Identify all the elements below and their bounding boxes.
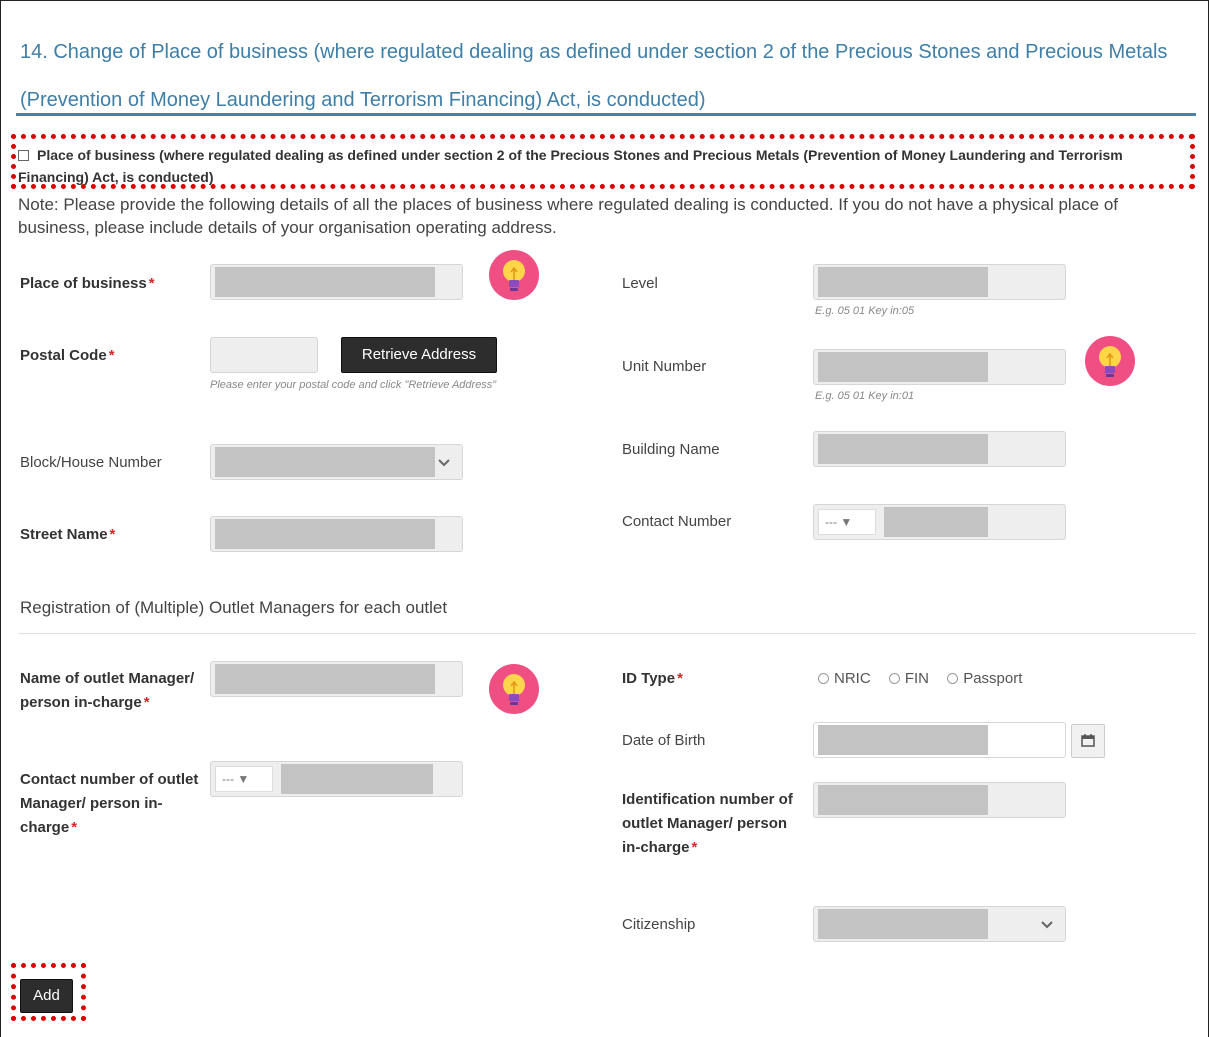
outlet-manager-name-input[interactable] <box>210 661 463 697</box>
country-code-select[interactable]: --- ▼ <box>215 766 273 792</box>
postal-code-hint: Please enter your postal code and click … <box>210 379 497 391</box>
street-name-label: Street Name * <box>20 526 116 543</box>
chevron-down-icon <box>1041 921 1053 929</box>
id-type-label: ID Type * <box>622 670 683 687</box>
note-text: Note: Please provide the following detai… <box>18 195 1119 237</box>
block-house-number-select[interactable] <box>210 444 463 480</box>
place-of-business-label: Place of business * <box>20 275 155 292</box>
level-label: Level <box>622 275 658 292</box>
contact-number-label: Contact Number <box>622 513 732 530</box>
radio-passport[interactable]: Passport <box>947 670 1022 687</box>
identification-number-label: Identification number of outlet Manager/… <box>622 791 793 856</box>
outlet-managers-heading: Registration of (Multiple) Outlet Manage… <box>20 598 448 617</box>
section-divider <box>18 633 1196 634</box>
postal-code-input[interactable] <box>210 337 318 373</box>
radio-fin[interactable]: FIN <box>888 670 929 687</box>
identification-number-input[interactable] <box>813 782 1066 818</box>
place-of-business-checkbox-row[interactable]: Place of business (where regulated deali… <box>18 144 1193 188</box>
date-of-birth-label: Date of Birth <box>622 732 706 749</box>
radio-nric[interactable]: NRIC <box>818 670 871 687</box>
building-name-input[interactable] <box>813 431 1066 467</box>
place-of-business-checkbox[interactable] <box>18 150 29 161</box>
outlet-manager-name-label: Name of outlet Manager/ person in-charge… <box>20 670 195 711</box>
id-type-radio-group: NRIC FIN Passport <box>818 670 1036 687</box>
lightbulb-icon[interactable] <box>489 250 539 300</box>
lightbulb-icon[interactable] <box>1085 336 1135 386</box>
street-name-input[interactable] <box>210 516 463 552</box>
checkbox-label: Place of business (where regulated deali… <box>18 147 1123 185</box>
calendar-button[interactable] <box>1071 724 1105 758</box>
unit-number-label: Unit Number <box>622 358 707 375</box>
calendar-icon <box>1081 734 1095 747</box>
building-name-label: Building Name <box>622 441 720 458</box>
citizenship-select[interactable] <box>813 906 1066 942</box>
level-input[interactable] <box>813 264 1066 300</box>
chevron-down-icon <box>438 459 450 467</box>
country-code-select[interactable]: --- ▼ <box>818 509 876 535</box>
outlet-manager-contact-label: Contact number of outlet Manager/ person… <box>20 771 199 836</box>
retrieve-address-button[interactable]: Retrieve Address <box>341 337 497 373</box>
date-of-birth-input[interactable] <box>813 722 1066 758</box>
postal-code-label: Postal Code * <box>20 347 115 364</box>
caret-down-icon: ▼ <box>237 772 250 786</box>
unit-number-input[interactable] <box>813 349 1066 385</box>
block-house-number-label: Block/House Number <box>20 454 162 471</box>
section-title: 14. Change of Place of business (where r… <box>20 41 1168 111</box>
caret-down-icon: ▼ <box>840 515 853 529</box>
contact-number-input[interactable]: --- ▼ <box>813 504 1066 540</box>
add-button[interactable]: Add <box>20 979 73 1013</box>
place-of-business-input[interactable] <box>210 264 463 300</box>
citizenship-label: Citizenship <box>622 916 696 933</box>
section-divider <box>16 113 1196 116</box>
unit-number-hint: E.g. 05 01 Key in:01 <box>815 390 915 402</box>
level-hint: E.g. 05 01 Key in:05 <box>815 305 915 317</box>
lightbulb-icon[interactable] <box>489 664 539 714</box>
outlet-manager-contact-input[interactable]: --- ▼ <box>210 761 463 797</box>
